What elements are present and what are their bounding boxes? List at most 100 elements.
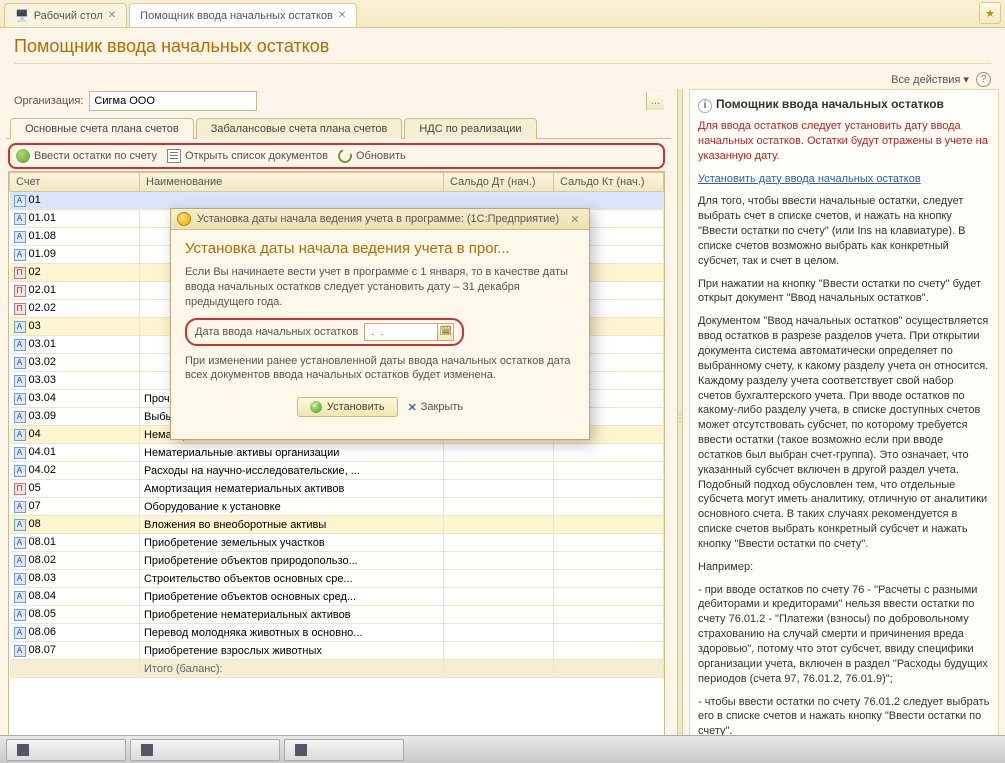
open-documents-button[interactable]: Открыть список документов	[167, 149, 328, 163]
plus-icon	[16, 149, 30, 163]
help-p4: Например:	[698, 560, 990, 575]
account-icon: А	[14, 591, 26, 603]
help-title: iПомощник ввода начальных остатков	[698, 96, 990, 113]
tab-assistant-label: Помощник ввода начальных остатков	[140, 10, 333, 22]
account-icon: А	[14, 375, 26, 387]
dialog-p1: Если Вы начинаете вести учет в программе…	[185, 265, 575, 310]
task-item[interactable]	[6, 739, 126, 761]
org-input[interactable]	[89, 91, 257, 111]
tab-assistant[interactable]: Помощник ввода начальных остатков ✕	[129, 3, 357, 27]
actions-bar: Все действия ▾ ?	[0, 68, 1005, 89]
1c-logo-icon	[177, 212, 191, 226]
table-row[interactable]: А08Вложения во внеоборотные активы	[10, 516, 664, 534]
table-row[interactable]: А08.01Приобретение земельных участков	[10, 534, 664, 552]
table-row[interactable]: П05Амортизация нематериальных активов	[10, 480, 664, 498]
enter-balance-button[interactable]: Ввести остатки по счету	[16, 149, 157, 163]
col-debit[interactable]: Сальдо Дт (нач.)	[444, 173, 554, 192]
table-row[interactable]: А04.02Расходы на научно-исследовательски…	[10, 462, 664, 480]
task-item[interactable]	[284, 739, 404, 761]
refresh-button[interactable]: Обновить	[338, 149, 406, 163]
account-icon: А	[14, 231, 26, 243]
info-icon: i	[698, 99, 712, 113]
table-row[interactable]: А07Оборудование к установке	[10, 498, 664, 516]
account-icon: А	[14, 537, 26, 549]
help-p2: При нажатии на кнопку "Ввести остатки по…	[698, 277, 990, 307]
account-icon: А	[14, 555, 26, 567]
subtab-main[interactable]: Основные счета плана счетов	[10, 118, 194, 139]
account-icon: А	[14, 465, 26, 477]
total-row: Итого (баланс):	[10, 660, 664, 678]
account-icon: А	[14, 411, 26, 423]
calendar-icon[interactable]: 🗓	[437, 324, 453, 340]
account-icon: П	[14, 303, 26, 315]
subtab-nds[interactable]: НДС по реализации	[404, 118, 536, 139]
table-row[interactable]: А08.02Приобретение объектов природопольз…	[10, 552, 664, 570]
main-tabbar: 🖥️ Рабочий стол ✕ Помощник ввода начальн…	[0, 0, 1005, 28]
dialog-body: Установка даты начала ведения учета в пр…	[171, 230, 589, 439]
account-icon: А	[14, 609, 26, 621]
grid-header-row: Счет Наименование Сальдо Дт (нач.) Сальд…	[10, 173, 664, 192]
help-p6: - чтобы ввести остатки по счету 76.01.2 …	[698, 695, 990, 740]
account-icon: А	[14, 339, 26, 351]
account-icon: А	[14, 249, 26, 261]
help-red-text: Для ввода остатков следует установить да…	[698, 119, 990, 164]
account-icon: А	[14, 357, 26, 369]
set-button[interactable]: Установить	[297, 397, 398, 417]
tab-desktop-label: Рабочий стол	[34, 10, 103, 22]
date-row-highlight: Дата ввода начальных остатков 🗓	[185, 318, 464, 346]
task-item[interactable]	[130, 739, 280, 761]
table-row[interactable]: А08.06Перевод молодняка животных в основ…	[10, 624, 664, 642]
account-icon: А	[14, 501, 26, 513]
dialog-buttons: Установить ✕ Закрыть	[185, 391, 575, 427]
refresh-icon	[336, 147, 355, 166]
set-date-link[interactable]: Установить дату ввода начальных остатков	[698, 173, 921, 185]
favorites-button[interactable]: ★	[979, 2, 1001, 24]
org-row: Организация: …	[6, 89, 671, 117]
toolbar-highlight: Ввести остатки по счету Открыть список д…	[8, 143, 665, 169]
account-icon: А	[14, 213, 26, 225]
list-icon	[167, 149, 181, 163]
subtab-offbalance[interactable]: Забалансовые счета плана счетов	[196, 118, 403, 139]
dialog-titlebar[interactable]: Установка даты начала ведения учета в пр…	[171, 209, 589, 230]
desktop-icon: 🖥️	[15, 9, 29, 22]
org-label: Организация:	[14, 95, 83, 107]
account-icon: А	[14, 519, 26, 531]
set-date-dialog: Установка даты начала ведения учета в пр…	[170, 208, 590, 440]
all-actions-link[interactable]: Все действия ▾	[891, 74, 969, 86]
org-input-wrap: …	[89, 91, 665, 111]
dialog-heading: Установка даты начала ведения учета в пр…	[185, 240, 575, 257]
x-icon: ✕	[408, 401, 417, 414]
close-button[interactable]: ✕ Закрыть	[408, 401, 464, 414]
date-label: Дата ввода начальных остатков	[195, 326, 358, 338]
close-icon[interactable]: ✕	[338, 10, 346, 21]
table-row[interactable]: А01	[10, 192, 664, 210]
table-row[interactable]: А08.07Приобретение взрослых животных	[10, 642, 664, 660]
help-p3: Документом "Ввод начальных остатков" осу…	[698, 314, 990, 552]
table-row[interactable]: А04.01Нематериальные активы организации	[10, 444, 664, 462]
tab-desktop[interactable]: 🖥️ Рабочий стол ✕	[4, 3, 127, 27]
check-icon	[310, 401, 322, 413]
table-row[interactable]: А08.04Приобретение объектов основных сре…	[10, 588, 664, 606]
account-icon: А	[14, 195, 26, 207]
dialog-p2: При изменении ранее установленной даты в…	[185, 354, 575, 384]
col-credit[interactable]: Сальдо Кт (нач.)	[554, 173, 664, 192]
org-dropdown-button[interactable]: …	[646, 92, 664, 110]
account-icon: А	[14, 645, 26, 657]
splitter[interactable]: ⋮	[677, 89, 683, 747]
account-icon: П	[14, 483, 26, 495]
page-title: Помощник ввода начальных остатков	[14, 36, 991, 59]
help-p1: Для того, чтобы ввести начальные остатки…	[698, 194, 990, 268]
col-account[interactable]: Счет	[10, 173, 140, 192]
table-row[interactable]: А08.05Приобретение нематериальных активо…	[10, 606, 664, 624]
account-icon: А	[14, 447, 26, 459]
col-name[interactable]: Наименование	[140, 173, 444, 192]
dialog-close-button[interactable]: ✕	[567, 212, 583, 226]
dialog-title: Установка даты начала ведения учета в пр…	[197, 213, 559, 225]
table-row[interactable]: А08.03Строительство объектов основных ср…	[10, 570, 664, 588]
account-icon: А	[14, 573, 26, 585]
help-icon[interactable]: ?	[976, 72, 991, 87]
close-icon[interactable]: ✕	[108, 10, 116, 21]
account-icon: А	[14, 393, 26, 405]
help-p5: - при вводе остатков по счету 76 - "Расч…	[698, 583, 990, 687]
account-icon: А	[14, 429, 26, 441]
